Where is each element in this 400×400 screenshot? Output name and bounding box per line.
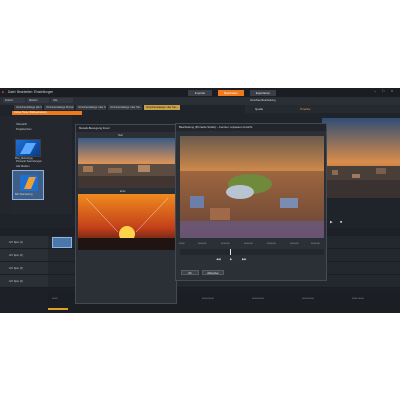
ruler-tick: 00:01:00:00 bbox=[352, 298, 364, 300]
ok-button[interactable]: OK bbox=[181, 270, 199, 275]
preview-video bbox=[322, 118, 400, 198]
transport-bar: ▶ ■ bbox=[322, 220, 400, 226]
timeline-tick: 00:00:04 bbox=[267, 243, 276, 245]
menu-edit[interactable]: Bearbeiten bbox=[17, 90, 32, 94]
stop-icon[interactable]: ■ bbox=[340, 220, 342, 224]
play-icon[interactable]: ▶ bbox=[330, 220, 333, 224]
asset-glyph-icon bbox=[20, 175, 38, 191]
library-tab-media[interactable]: Medien bbox=[27, 98, 49, 103]
timeline-tick: 00:00 bbox=[179, 243, 185, 245]
track-label: A/V Spur (2) bbox=[9, 253, 23, 257]
collection-tab[interactable]: Vorschaudialoge Pinnacle bbox=[44, 105, 74, 110]
preview-tabs: Quelle Timeline bbox=[245, 105, 400, 113]
folder-item[interactable]: Pinnacle Sammlungen bbox=[16, 160, 42, 163]
collection-tab[interactable]: Vorschaudialoge (4k-Video) bbox=[14, 105, 42, 110]
tab-export[interactable]: Exportieren bbox=[250, 89, 276, 96]
pan-zoom-dialog: Mosaik-Bewegung Zoom Start Ende bbox=[75, 124, 177, 304]
tab-timeline[interactable]: Timeline bbox=[300, 107, 310, 111]
library-tab-recent[interactable]: Zuletzt bbox=[3, 98, 25, 103]
keyframe-track[interactable] bbox=[180, 249, 324, 255]
nav-rail bbox=[0, 116, 12, 214]
rewind-icon[interactable]: ◀◀ bbox=[216, 257, 221, 261]
timeline-tick: 00:00:03 bbox=[244, 243, 253, 245]
asset-glyph-icon bbox=[20, 143, 36, 154]
dialog-title: Bearbeitung (Pinnacle Studio) – Fenster:… bbox=[176, 124, 326, 131]
timeline-clip[interactable] bbox=[52, 237, 72, 248]
ruler-tick: 00:00 bbox=[52, 298, 58, 300]
track-label: A/V Spur (3) bbox=[9, 266, 23, 270]
timeline-tick: 00:00:06 bbox=[311, 243, 320, 245]
asset-label: Pinn_Nutzer2.jpg bbox=[15, 158, 33, 160]
track-header: A/V Spur (2) bbox=[0, 249, 48, 262]
tab-import[interactable]: Importer bbox=[188, 89, 212, 96]
preview-title: Vorschau Bearbeitung bbox=[250, 99, 276, 102]
preview-frame bbox=[322, 118, 400, 198]
asset-thumbnail-selected[interactable]: Bild: Bearbeitung bbox=[12, 170, 44, 200]
end-label: Ende bbox=[120, 190, 126, 193]
collection-tab-active[interactable]: Vorschaudialoge: Hier Sie... bbox=[144, 105, 180, 110]
menu-file[interactable]: Datei bbox=[8, 90, 15, 94]
effect-dialog: Bearbeitung (Pinnacle Studio) – Fenster:… bbox=[175, 123, 327, 281]
forward-icon[interactable]: ▶▶ bbox=[242, 257, 247, 261]
cancel-button[interactable]: Abbrechen bbox=[202, 270, 224, 275]
ruler-tick: 00:00:30:00 bbox=[202, 298, 214, 300]
end-frame[interactable] bbox=[78, 194, 176, 250]
close-icon[interactable]: × bbox=[391, 89, 393, 93]
video-editor-window: ■ Datei Bearbeiten Einstellungen Importe… bbox=[0, 88, 400, 313]
preview-header: Vorschau Bearbeitung bbox=[245, 97, 400, 105]
menu-settings[interactable]: Einstellungen bbox=[34, 90, 53, 94]
ruler-tick: 00:00:50:00 bbox=[302, 298, 314, 300]
folder-item[interactable]: Übersicht bbox=[16, 123, 27, 126]
timeline-tick: 00:00:05 bbox=[290, 243, 299, 245]
folder-item[interactable]: Alle Medien bbox=[16, 165, 30, 168]
ruler-tick: 00:00:40:00 bbox=[252, 298, 264, 300]
start-frame[interactable] bbox=[78, 138, 176, 188]
track-header: A/V Spur (3) bbox=[0, 262, 48, 275]
title-bar: ■ Datei Bearbeiten Einstellungen Importe… bbox=[0, 88, 400, 97]
effect-preview[interactable] bbox=[180, 136, 324, 238]
minimize-icon[interactable]: – bbox=[374, 89, 376, 93]
playhead[interactable] bbox=[230, 249, 231, 255]
tab-edit[interactable]: Bearbeiten bbox=[218, 89, 244, 96]
dialog-title: Mosaik-Bewegung Zoom bbox=[76, 125, 176, 132]
track-header: A/V Spur (4) bbox=[0, 275, 48, 288]
breadcrumb[interactable]: Ordner Home: Bildbearbeitung bbox=[12, 111, 82, 115]
asset-label: Bild: Bearbeitung bbox=[15, 194, 33, 196]
track-label: A/V Spur (1) bbox=[9, 240, 23, 244]
collection-tab[interactable]: Vorschaudialoge: Hier Sie... bbox=[76, 105, 106, 110]
collection-tab[interactable]: Vorschaudialoge: Hier Sie... bbox=[108, 105, 142, 110]
start-label: Start bbox=[118, 134, 124, 137]
audio-meter bbox=[48, 308, 68, 310]
app-icon: ■ bbox=[2, 90, 4, 94]
maximize-icon[interactable]: □ bbox=[382, 89, 384, 93]
library-tab-all[interactable]: Alle bbox=[51, 98, 73, 103]
dialog-transport: ◀◀ ▶ ▶▶ bbox=[216, 257, 326, 262]
folder-item[interactable]: Projektordner bbox=[16, 128, 32, 131]
timeline-tick: 00:00:01 bbox=[198, 243, 207, 245]
track-label: A/V Spur (4) bbox=[9, 279, 23, 283]
asset-thumbnail[interactable] bbox=[15, 139, 41, 157]
play-icon[interactable]: ▶ bbox=[230, 257, 232, 261]
tab-source[interactable]: Quelle bbox=[255, 107, 263, 111]
timeline-tick: 00:00:02 bbox=[221, 243, 230, 245]
track-header: A/V Spur (1) bbox=[0, 236, 48, 249]
